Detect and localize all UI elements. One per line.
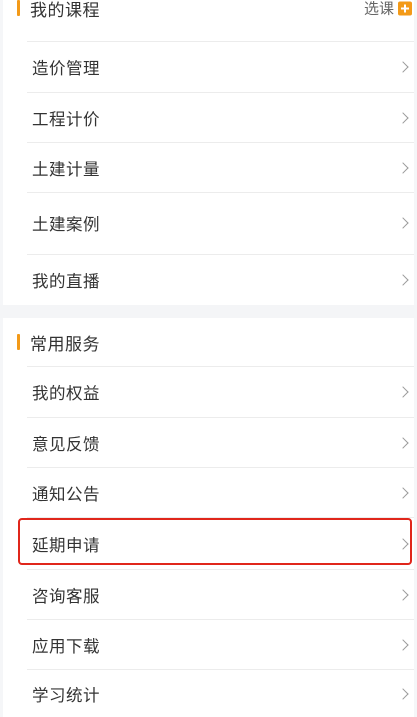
chevron-right-icon [397,386,409,398]
chevron-right-icon [397,486,409,499]
list-item-civil-measurement[interactable]: 土建计量 [27,142,414,192]
services-section: 常用服务 我的权益 意见反馈 通知公告 延期申请 咨询客服 应用下载 学习统计 [3,318,414,717]
list-item-my-benefits[interactable]: 我的权益 [27,366,414,417]
list-item-label: 学习统计 [32,685,100,705]
chevron-right-icon [397,161,409,174]
menu-page: 我的课程 选课 造价管理 工程计价 土建计量 土建案例 我的直播 常用服务 我的… [0,0,417,717]
chevron-right-icon [397,537,409,550]
list-item-label: 工程计价 [32,109,100,129]
section-title: 常用服务 [30,334,100,355]
chevron-right-icon [397,216,409,229]
list-item-label: 造价管理 [32,59,100,78]
my-courses-header: 我的课程 选课 [3,0,414,24]
list-item-label: 我的权益 [32,384,100,403]
section-accent-bar [17,0,20,16]
select-course-label: 选课 [363,0,394,18]
list-item-feedback[interactable]: 意见反馈 [27,417,414,467]
section-divider [0,305,417,318]
list-item-app-download[interactable]: 应用下载 [27,619,414,669]
list-item-cost-management[interactable]: 造价管理 [27,41,414,92]
chevron-right-icon [397,588,409,601]
chevron-right-icon [397,638,409,651]
chevron-right-icon [397,61,409,73]
list-item-label: 咨询客服 [32,586,100,606]
section-title: 我的课程 [30,0,100,21]
list-item-extension-request[interactable]: 延期申请 [27,517,414,569]
list-item-customer-service[interactable]: 咨询客服 [27,569,414,619]
chevron-right-icon [397,436,409,449]
section-accent-bar [17,334,20,350]
list-item-label: 应用下载 [32,636,100,656]
chevron-right-icon [397,274,409,286]
list-item-label: 土建案例 [32,214,100,234]
list-item-civil-cases[interactable]: 土建案例 [27,192,414,252]
select-course-button[interactable]: 选课 [364,0,412,19]
chevron-right-icon [397,687,409,700]
list-item-label: 土建计量 [32,159,100,179]
list-item-label: 通知公告 [32,484,100,504]
list-item-engineering-pricing[interactable]: 工程计价 [27,92,414,142]
list-item-label: 延期申请 [32,535,100,555]
list-item-my-live[interactable]: 我的直播 [27,254,414,305]
my-courses-section: 我的课程 选课 造价管理 工程计价 土建计量 土建案例 我的直播 [3,0,414,305]
list-item-announcements[interactable]: 通知公告 [27,467,414,517]
list-item-study-stats[interactable]: 学习统计 [27,669,414,717]
plus-icon [398,1,412,15]
services-header: 常用服务 [3,318,414,366]
list-item-label: 我的直播 [32,272,100,291]
list-item-label: 意见反馈 [32,434,100,454]
chevron-right-icon [397,111,409,124]
